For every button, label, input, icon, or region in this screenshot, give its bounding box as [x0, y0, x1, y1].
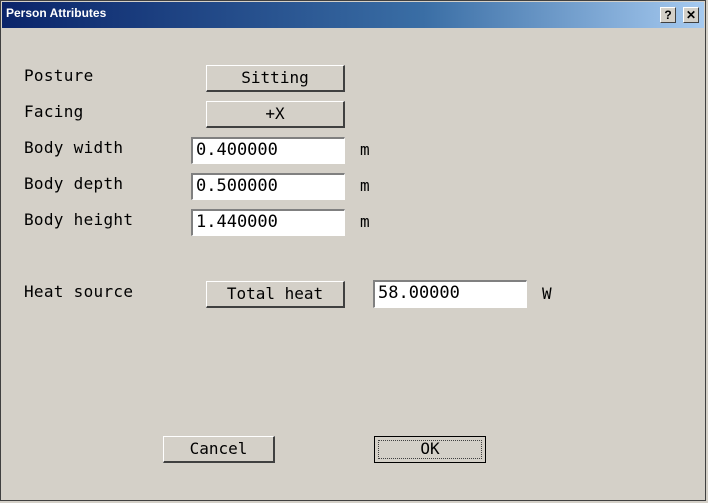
- help-icon: ?: [664, 8, 672, 22]
- body-height-field[interactable]: 1.440000: [191, 209, 345, 236]
- heat-value-field[interactable]: 58.00000: [373, 280, 527, 308]
- body-width-label: Body width: [24, 138, 124, 157]
- dialog-title: Person Attributes: [6, 6, 107, 20]
- cancel-button[interactable]: Cancel: [163, 436, 275, 463]
- body-width-field[interactable]: 0.400000: [191, 137, 345, 164]
- close-icon: ✕: [685, 8, 697, 22]
- body-depth-field[interactable]: 0.500000: [191, 173, 345, 200]
- heat-source-label: Heat source: [24, 282, 134, 301]
- heat-unit: W: [542, 284, 552, 303]
- body-depth-unit: m: [360, 176, 370, 195]
- heat-mode-button[interactable]: Total heat: [206, 281, 345, 308]
- posture-label: Posture: [24, 66, 94, 85]
- facing-label: Facing: [24, 102, 84, 121]
- title-bar[interactable]: Person Attributes ? ✕: [2, 2, 704, 28]
- body-width-unit: m: [360, 140, 370, 159]
- posture-button[interactable]: Sitting: [206, 65, 345, 92]
- facing-button[interactable]: +X: [206, 101, 345, 128]
- body-height-label: Body height: [24, 210, 134, 229]
- ok-button[interactable]: OK: [374, 436, 486, 463]
- close-button[interactable]: ✕: [683, 7, 699, 23]
- body-height-unit: m: [360, 212, 370, 231]
- person-attributes-dialog: Person Attributes ? ✕ Posture Sitting Fa…: [0, 0, 706, 501]
- body-depth-label: Body depth: [24, 174, 124, 193]
- help-button[interactable]: ?: [660, 7, 676, 23]
